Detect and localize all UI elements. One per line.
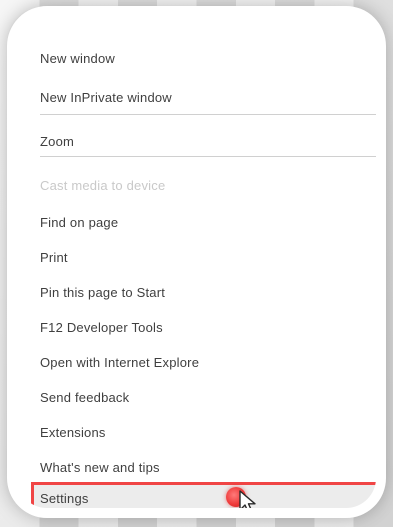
menu-item-print[interactable]: Print bbox=[40, 245, 376, 269]
screenshot-page: New window New InPrivate window Zoom Cas… bbox=[0, 0, 393, 527]
context-menu-frame: New window New InPrivate window Zoom Cas… bbox=[7, 6, 386, 518]
menu-item-cast-media: Cast media to device bbox=[40, 177, 166, 193]
menu-item-whats-new[interactable]: What's new and tips bbox=[40, 455, 376, 479]
menu-divider bbox=[40, 156, 376, 157]
menu-item-developer-tools[interactable]: F12 Developer Tools bbox=[40, 315, 376, 339]
menu-item-settings[interactable]: Settings bbox=[40, 487, 89, 508]
menu-item-find-on-page[interactable]: Find on page bbox=[40, 210, 376, 234]
menu-divider bbox=[40, 114, 376, 115]
menu-item-extensions[interactable]: Extensions bbox=[40, 420, 376, 444]
menu-item-new-window[interactable]: New window bbox=[40, 46, 376, 70]
menu-item-pin-to-start[interactable]: Pin this page to Start bbox=[40, 280, 376, 304]
mouse-pointer-icon bbox=[239, 490, 256, 508]
menu-item-open-with-ie[interactable]: Open with Internet Explore bbox=[40, 350, 376, 374]
menu-item-zoom[interactable]: Zoom bbox=[40, 129, 376, 153]
browser-settings-menu: New window New InPrivate window Zoom Cas… bbox=[17, 16, 376, 508]
menu-item-send-feedback[interactable]: Send feedback bbox=[40, 385, 376, 409]
menu-item-new-inprivate-window[interactable]: New InPrivate window bbox=[40, 85, 376, 109]
